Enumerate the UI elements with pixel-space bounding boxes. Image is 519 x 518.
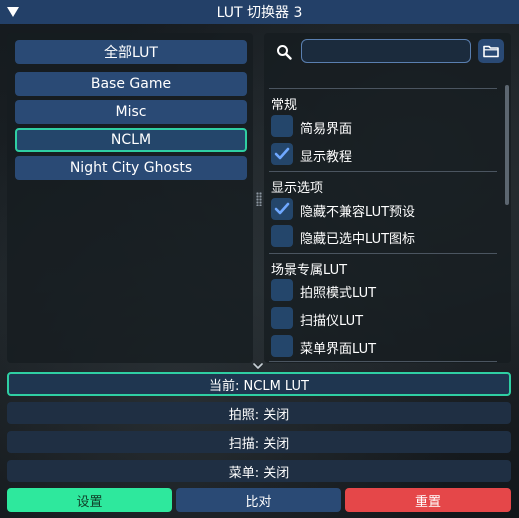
title-bar[interactable]: LUT 切换器 3: [0, 0, 519, 24]
scan-status[interactable]: 扫描: 关闭: [7, 431, 511, 453]
section-scene: 场景专属LUT: [271, 263, 348, 278]
photo-mode-checkbox[interactable]: [271, 279, 293, 301]
divider: [269, 88, 497, 89]
option-menu-ui[interactable]: 菜单界面LUT: [271, 335, 501, 359]
lut-switcher-window: LUT 切换器 3 全部LUT Base Game Misc NCLM Nigh…: [0, 0, 519, 518]
option-scanner[interactable]: 扫描仪LUT: [271, 307, 501, 331]
menu-ui-label: 菜单界面LUT: [300, 342, 377, 357]
category-all-luts[interactable]: 全部LUT: [15, 40, 247, 64]
divider: [269, 361, 497, 362]
scanner-label: 扫描仪LUT: [300, 314, 364, 329]
option-hide-selected-icon[interactable]: 隐藏已选中LUT图标: [271, 225, 501, 249]
menu-status[interactable]: 菜单: 关闭: [7, 460, 511, 482]
menu-ui-checkbox[interactable]: [271, 335, 293, 357]
chevron-down-icon[interactable]: [252, 362, 264, 370]
collapse-arrow-icon[interactable]: [7, 7, 19, 17]
checkmark-icon: [274, 147, 290, 160]
search-input[interactable]: [301, 39, 471, 63]
compare-button[interactable]: 比对: [176, 488, 341, 512]
category-panel: 全部LUT Base Game Misc NCLM Night City Gho…: [7, 33, 253, 363]
hide-selected-icon-label: 隐藏已选中LUT图标: [300, 232, 416, 247]
category-night-city-ghosts[interactable]: Night City Ghosts: [15, 156, 247, 180]
section-general: 常规: [271, 98, 298, 113]
open-folder-button[interactable]: [478, 39, 504, 63]
reset-button[interactable]: 重置: [345, 488, 511, 512]
settings-button[interactable]: 设置: [7, 488, 172, 512]
simple-ui-label: 简易界面: [300, 122, 353, 137]
simple-ui-checkbox[interactable]: [271, 115, 293, 137]
option-simple-ui[interactable]: 简易界面: [271, 115, 501, 139]
options-panel: 常规 简易界面 显示教程 显示选项 隐藏不兼容LUT预设 隐藏已选中LUT图标 …: [264, 33, 511, 363]
panel-resize-handle[interactable]: [256, 192, 262, 206]
category-nclm[interactable]: NCLM: [15, 128, 247, 152]
checkmark-icon: [274, 202, 290, 215]
scanner-checkbox[interactable]: [271, 307, 293, 329]
search-row: [264, 33, 511, 73]
current-lut-status[interactable]: 当前: NCLM LUT: [7, 372, 511, 396]
show-tutorial-label: 显示教程: [300, 150, 353, 165]
hide-incompatible-checkbox[interactable]: [271, 198, 293, 220]
photo-status[interactable]: 拍照: 关闭: [7, 402, 511, 424]
folder-icon: [483, 45, 499, 58]
window-title: LUT 切换器 3: [216, 5, 303, 21]
category-base-game[interactable]: Base Game: [15, 72, 247, 96]
options-scrollbar[interactable]: [505, 85, 509, 205]
section-display: 显示选项: [271, 181, 324, 196]
option-hide-incompatible[interactable]: 隐藏不兼容LUT预设: [271, 198, 501, 222]
category-misc[interactable]: Misc: [15, 100, 247, 124]
divider: [269, 253, 497, 254]
show-tutorial-checkbox[interactable]: [271, 143, 293, 165]
divider: [269, 171, 497, 172]
hide-selected-icon-checkbox[interactable]: [271, 225, 293, 247]
option-photo-mode[interactable]: 拍照模式LUT: [271, 279, 501, 303]
search-icon: [277, 45, 292, 60]
hide-incompatible-label: 隐藏不兼容LUT预设: [300, 205, 416, 220]
photo-mode-label: 拍照模式LUT: [300, 286, 377, 301]
option-show-tutorial[interactable]: 显示教程: [271, 143, 501, 167]
